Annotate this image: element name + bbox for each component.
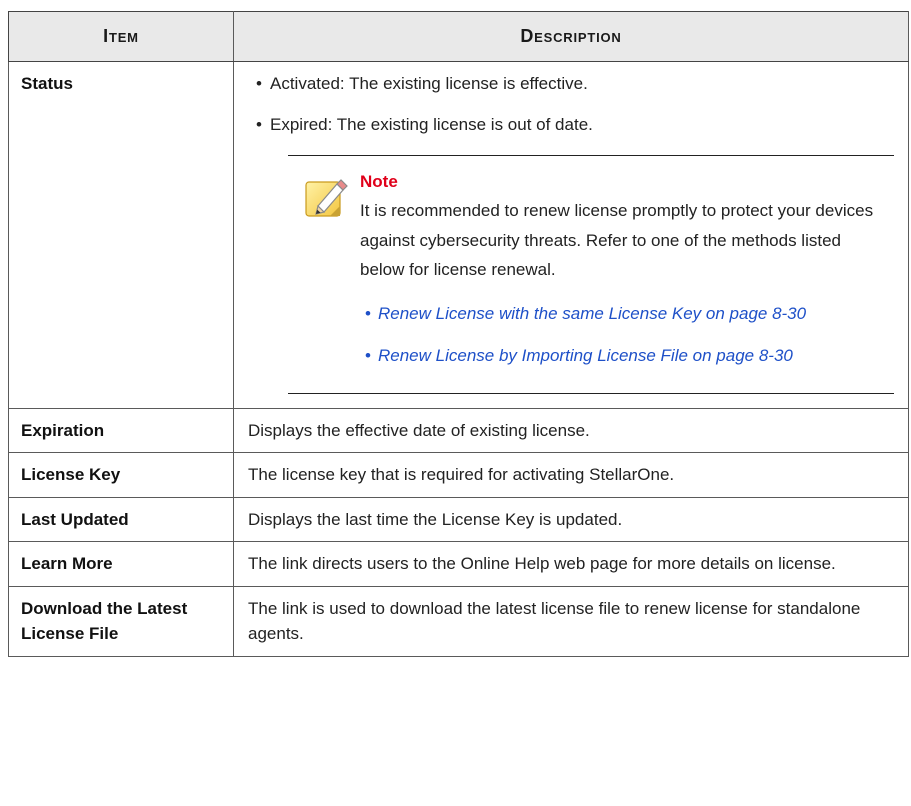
note-body: It is recommended to renew license promp… <box>360 200 874 280</box>
status-bullet-expired: Expired: The existing license is out of … <box>248 112 894 138</box>
table-row-last-updated: Last Updated Displays the last time the … <box>8 496 909 543</box>
table-row-license-key: License Key The license key that is requ… <box>8 452 909 498</box>
column-header-item: Item <box>8 11 234 62</box>
description-cell: Displays the effective date of existing … <box>233 407 909 454</box>
table-row-status: Status Activated: The existing license i… <box>8 61 909 409</box>
description-cell: Displays the last time the License Key i… <box>233 496 909 543</box>
description-cell: Activated: The existing license is effec… <box>233 61 909 409</box>
list-item: Renew License by Importing License File … <box>360 341 886 371</box>
table-row-download-license: Download the Latest License File The lin… <box>8 585 909 657</box>
table-row-expiration: Expiration Displays the effective date o… <box>8 407 909 454</box>
description-cell: The link is used to download the latest … <box>233 585 909 657</box>
renewal-link-list: Renew License with the same License Key … <box>360 299 886 371</box>
note-box: Note It is recommended to renew license … <box>288 155 894 394</box>
description-cell: The link directs users to the Online Hel… <box>233 541 909 587</box>
document-page: Item Description Status Activated: The e… <box>0 0 911 806</box>
description-cell: The license key that is required for act… <box>233 452 909 498</box>
table-header-row: Item Description <box>8 11 909 62</box>
item-cell: Last Updated <box>8 496 234 543</box>
status-bullet-activated: Activated: The existing license is effec… <box>248 71 894 97</box>
item-cell: Expiration <box>8 407 234 454</box>
renew-import-file-link[interactable]: Renew License by Importing License File … <box>378 346 793 365</box>
license-info-table: Item Description Status Activated: The e… <box>8 11 909 657</box>
status-bullet-list: Activated: The existing license is effec… <box>248 71 894 137</box>
item-cell: License Key <box>8 452 234 498</box>
note-pencil-icon <box>305 179 348 217</box>
renew-same-key-link[interactable]: Renew License with the same License Key … <box>378 304 806 323</box>
item-cell: Status <box>8 61 234 409</box>
table-row-learn-more: Learn More The link directs users to the… <box>8 541 909 587</box>
column-header-description: Description <box>233 11 909 62</box>
note-title: Note <box>360 172 398 191</box>
list-item: Renew License with the same License Key … <box>360 299 886 329</box>
item-cell: Download the Latest License File <box>8 585 234 657</box>
item-cell: Learn More <box>8 541 234 587</box>
